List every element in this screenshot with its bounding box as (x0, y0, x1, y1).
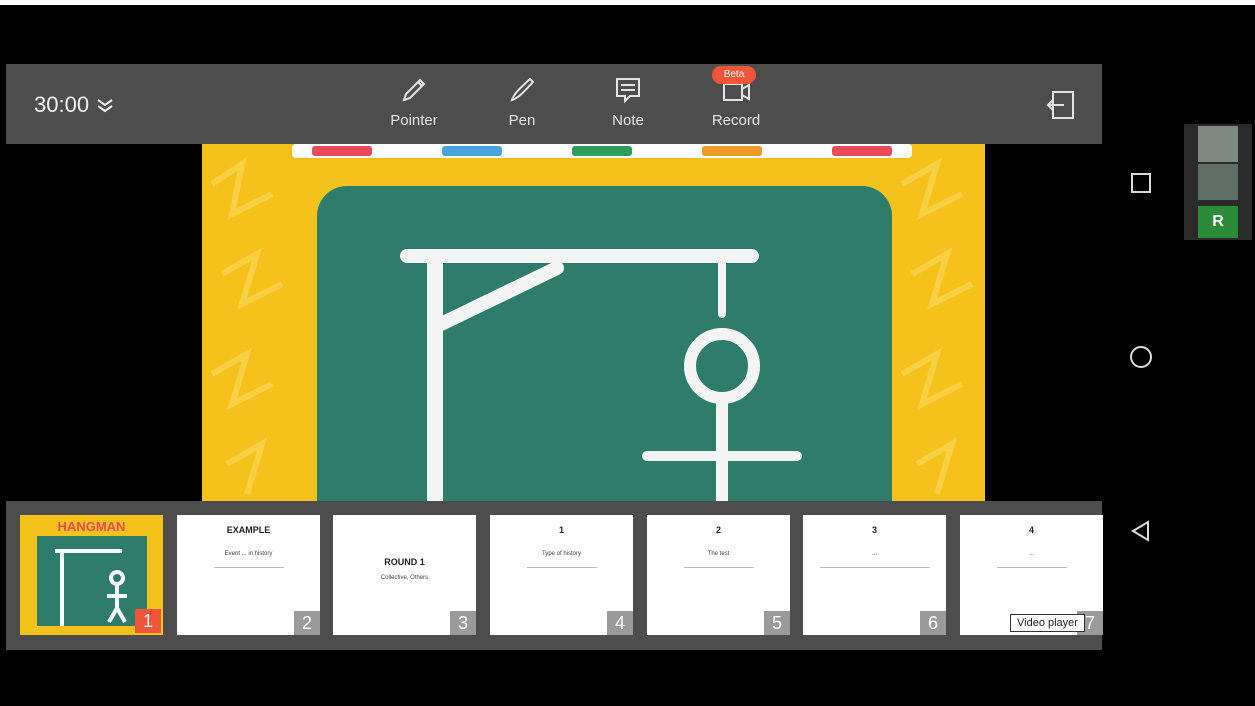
current-slide (202, 144, 985, 501)
note-label: Note (612, 112, 644, 129)
note-icon (616, 78, 640, 104)
chevron-double-down-icon (97, 99, 113, 113)
participant-avatar[interactable] (1198, 126, 1238, 162)
thumbnail-title: 3 (871, 525, 877, 535)
thumbnail-answer-line (526, 567, 597, 568)
thumbnail-number: 5 (764, 611, 790, 635)
presentation-toolbar: 30:00 Pointer Pen Note Record (6, 64, 1102, 144)
pen-button[interactable]: Pen (482, 72, 562, 129)
thumbnail-title: HANGMAN (57, 519, 126, 534)
video-player-tooltip: Video player (1010, 614, 1085, 632)
thumbnail-answer-line (819, 567, 930, 568)
participants-panel: R (1184, 124, 1252, 240)
home-icon[interactable] (1128, 344, 1154, 370)
thumbnail-body: Event ... in history (224, 551, 273, 557)
thumbnail-answer-line (213, 567, 284, 568)
thumbnail-body: ... (1028, 551, 1034, 557)
participant-avatar[interactable] (1198, 164, 1238, 200)
slide-title-strip (292, 144, 912, 158)
thumbnail-body: ... (871, 551, 877, 557)
thumbnail-body: Collective, Others (380, 575, 429, 581)
thumbnail-title: EXAMPLE (226, 525, 271, 535)
thumbnail-title: 1 (558, 525, 564, 535)
thumbnail-number: 2 (294, 611, 320, 635)
slide-thumbnail-6[interactable]: 3 ... 6 (803, 515, 946, 635)
thumbnail-body: Type of history (541, 551, 582, 557)
pointer-button[interactable]: Pointer (374, 72, 454, 129)
thumbnail-body: The test (707, 551, 730, 557)
recent-apps-icon[interactable] (1128, 170, 1154, 196)
thumbnail-number: 3 (450, 611, 476, 635)
slide-thumbnail-5[interactable]: 2 The test 5 (647, 515, 790, 635)
slide-thumbnail-strip: HANGMAN 1 EXAMPLE Event ... in history 2… (6, 501, 1103, 650)
thumbnail-answer-line (683, 567, 754, 568)
thumbnail-number: 4 (607, 611, 633, 635)
exit-icon (1046, 91, 1074, 119)
thumbnail-title: 2 (715, 525, 721, 535)
record-label: Record (711, 112, 761, 129)
pen-icon (510, 77, 535, 102)
thumbnail-hangman-image (36, 536, 147, 626)
thumbnail-number: 1 (135, 609, 161, 633)
slide-thumbnail-1[interactable]: HANGMAN 1 (20, 515, 163, 635)
participant-initial-avatar[interactable]: R (1198, 206, 1238, 238)
pointer-pen-icon (402, 78, 426, 102)
slide-thumbnail-2[interactable]: EXAMPLE Event ... in history 2 (177, 515, 320, 635)
record-beta-badge: Beta (712, 66, 756, 84)
chalkboard (317, 186, 892, 501)
note-button[interactable]: Note (588, 72, 668, 129)
thumbnail-title: ROUND 1 (384, 557, 425, 567)
exit-button[interactable] (1044, 88, 1078, 127)
timer-value: 30:00 (34, 92, 90, 117)
slide-thumbnail-4[interactable]: 1 Type of history 4 (490, 515, 633, 635)
back-icon[interactable] (1128, 518, 1154, 544)
top-border (0, 0, 1255, 5)
thumbnail-number: 6 (920, 611, 946, 635)
pen-label: Pen (508, 112, 536, 129)
slide-thumbnail-3[interactable]: ROUND 1 Collective, Others 3 (333, 515, 476, 635)
pointer-label: Pointer (390, 112, 438, 129)
thumbnail-title: 4 (1028, 525, 1034, 535)
thumbnail-answer-line (996, 567, 1067, 568)
hangman-drawing (400, 249, 802, 501)
timer[interactable]: 30:00 (34, 92, 115, 118)
